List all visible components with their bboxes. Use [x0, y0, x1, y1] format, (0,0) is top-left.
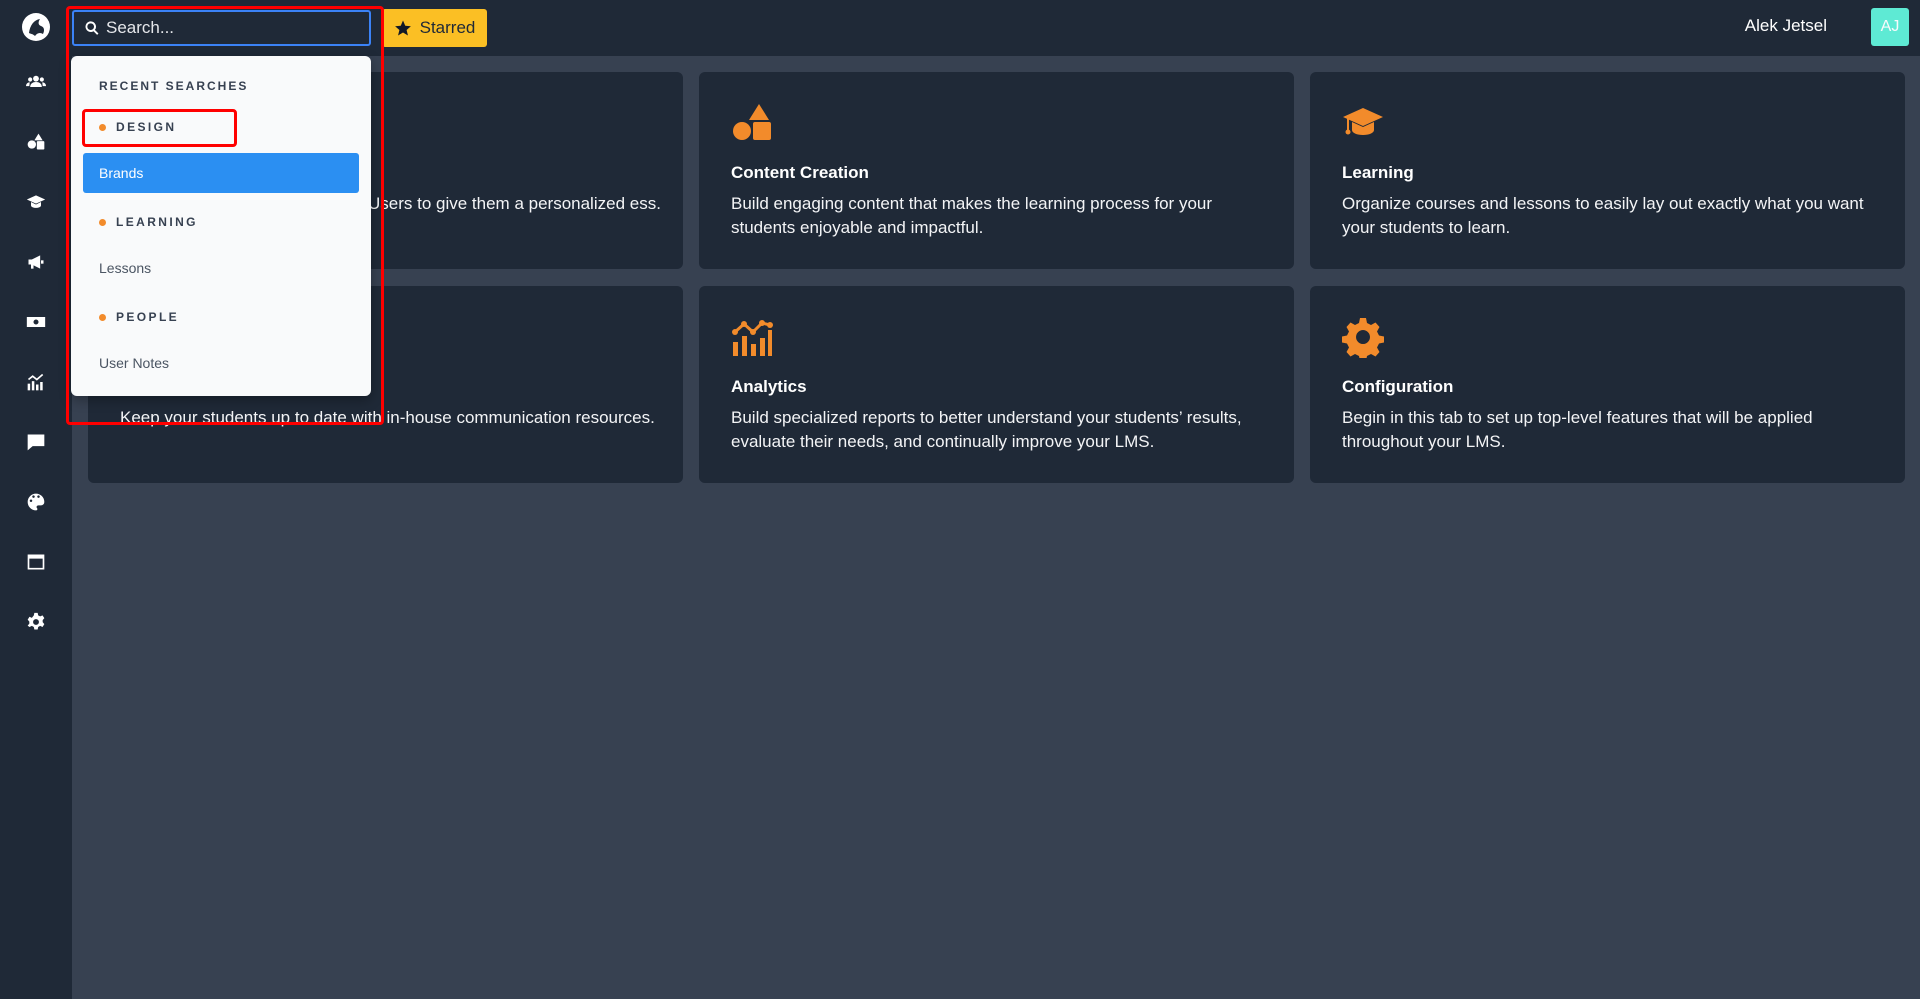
- card-description: Organize courses and lessons to easily l…: [1342, 194, 1864, 237]
- card-description: Build engaging content that makes the le…: [731, 194, 1213, 237]
- card-title: Configuration: [1342, 377, 1454, 396]
- starred-button[interactable]: Starred: [382, 9, 487, 47]
- comment-icon[interactable]: [24, 430, 48, 454]
- card-description: Build specialized reports to better unde…: [731, 408, 1242, 451]
- card-description: Users to give them a personalized ess.: [368, 194, 661, 213]
- group-label: LEARNING: [116, 215, 198, 229]
- search-item-brands[interactable]: Brands: [83, 153, 359, 193]
- logo-icon[interactable]: [20, 11, 52, 43]
- search-icon: [84, 20, 100, 36]
- palette-icon[interactable]: [24, 490, 48, 514]
- card-content-creation[interactable]: Content Creation Build engaging content …: [699, 72, 1294, 269]
- starred-label: Starred: [419, 18, 476, 37]
- dot-icon: [99, 218, 106, 226]
- avatar[interactable]: AJ: [1871, 8, 1909, 46]
- group-design: DESIGN: [99, 120, 176, 134]
- card-title: Learning: [1342, 163, 1414, 182]
- chart-icon: [731, 316, 773, 358]
- star-icon: [394, 20, 411, 36]
- sidebar: [0, 0, 72, 999]
- card-description: Keep your students up to date with in-ho…: [120, 408, 655, 427]
- card-title: Content Creation: [731, 163, 869, 182]
- graduation-cap-icon: [1342, 102, 1384, 144]
- dropdown-header: RECENT SEARCHES: [99, 79, 249, 93]
- recent-searches-dropdown: RECENT SEARCHES DESIGN Brands LEARNING L…: [71, 56, 371, 396]
- card-analytics[interactable]: Analytics Build specialized reports to b…: [699, 286, 1294, 483]
- dot-icon: [99, 313, 106, 321]
- user-name[interactable]: Alek Jetsel: [1745, 16, 1827, 36]
- dot-icon: [99, 123, 106, 131]
- card-learning[interactable]: Learning Organize courses and lessons to…: [1310, 72, 1905, 269]
- shapes-icon: [731, 102, 773, 144]
- search-item-lessons[interactable]: Lessons: [83, 248, 359, 288]
- gear-icon: [1342, 316, 1384, 361]
- group-learning: LEARNING: [99, 215, 198, 229]
- shapes-icon[interactable]: [24, 130, 48, 154]
- card-description: Begin in this tab to set up top-level fe…: [1342, 408, 1813, 451]
- group-people: PEOPLE: [99, 310, 179, 324]
- bullhorn-icon[interactable]: [24, 250, 48, 274]
- search-input[interactable]: [106, 18, 356, 38]
- card-configuration[interactable]: Configuration Begin in this tab to set u…: [1310, 286, 1905, 483]
- group-label: PEOPLE: [116, 310, 180, 324]
- graduation-cap-icon[interactable]: [24, 190, 48, 214]
- chart-icon[interactable]: [24, 370, 48, 394]
- group-label: DESIGN: [116, 120, 177, 134]
- search-box[interactable]: [72, 10, 371, 46]
- users-icon[interactable]: [24, 70, 48, 94]
- window-icon[interactable]: [24, 550, 48, 574]
- money-bill-icon[interactable]: [24, 310, 48, 334]
- gear-icon[interactable]: [24, 610, 48, 634]
- search-item-user-notes[interactable]: User Notes: [83, 343, 359, 383]
- card-title: Analytics: [731, 377, 807, 396]
